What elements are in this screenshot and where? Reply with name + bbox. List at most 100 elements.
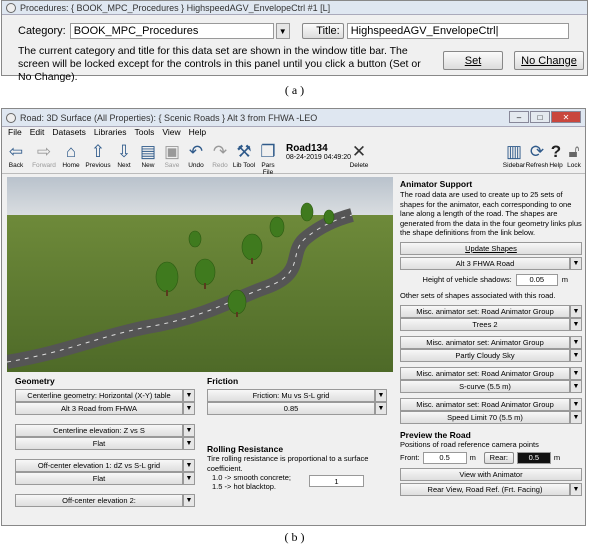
lib-tool-button[interactable]: ⚒ Lib Tool: [232, 142, 256, 169]
menu-help[interactable]: Help: [189, 127, 206, 139]
dropdown-arrow-icon[interactable]: ▼: [570, 305, 582, 318]
next-button[interactable]: ⇩ Next: [112, 142, 136, 169]
road-window: Road: 3D Surface (All Properties): { Sce…: [1, 108, 586, 526]
dropdown-arrow-icon[interactable]: ▼: [570, 256, 582, 270]
redo-button[interactable]: ↷ Redo: [208, 142, 232, 169]
file-icon: ❐: [260, 142, 276, 161]
animator-group-4-header[interactable]: Misc. animator set: Road Animator Group: [400, 398, 570, 411]
animator-group-3: Misc. animator set: Road Animator Group ▼…: [400, 367, 582, 393]
animator-group-1-value[interactable]: Trees 2: [400, 318, 570, 331]
wrench-icon: ⚒: [236, 142, 252, 161]
dropdown-arrow-icon[interactable]: ▼: [183, 389, 195, 402]
dropdown-arrow-icon[interactable]: ▼: [183, 402, 195, 415]
maximize-icon[interactable]: □: [530, 111, 550, 123]
help-button[interactable]: ? Help: [547, 142, 565, 169]
forward-button[interactable]: ⇨ Forward: [30, 142, 58, 169]
shadow-height-input[interactable]: 0.05: [515, 273, 558, 286]
dropdown-arrow-icon[interactable]: ▼: [570, 411, 582, 424]
menu-tools[interactable]: Tools: [135, 127, 155, 139]
dropdown-arrow-icon[interactable]: ▼: [570, 398, 582, 411]
sidebar-icon: ▥: [505, 142, 523, 161]
save-button[interactable]: ▣ Save: [160, 142, 184, 169]
rear-button[interactable]: Rear:: [483, 451, 514, 464]
centerline-elevation-value[interactable]: Flat: [15, 437, 183, 450]
centerline-elevation-select[interactable]: Centerline elevation: Z vs S: [15, 424, 183, 437]
dropdown-arrow-icon[interactable]: ▼: [570, 482, 582, 496]
back-button[interactable]: ⇦ Back: [4, 142, 28, 169]
back-arrow-icon: ⇦: [8, 142, 24, 161]
no-change-button[interactable]: No Change: [514, 51, 584, 70]
friction-select[interactable]: Friction: Mu vs S-L grid: [207, 389, 375, 402]
dropdown-arrow-icon[interactable]: ▼: [570, 318, 582, 331]
offcenter-elevation-1-value[interactable]: Flat: [15, 472, 183, 485]
undo-icon: ↶: [188, 142, 204, 161]
dropdown-arrow-icon[interactable]: ▼: [375, 389, 387, 402]
menu-libraries[interactable]: Libraries: [94, 127, 127, 139]
offcenter-elevation-1-select[interactable]: Off-center elevation 1: dZ vs S-L grid: [15, 459, 183, 472]
menu-file[interactable]: File: [8, 127, 22, 139]
undo-button[interactable]: ↶ Undo: [184, 142, 208, 169]
menu-view[interactable]: View: [162, 127, 180, 139]
menu-edit[interactable]: Edit: [30, 127, 45, 139]
animator-group-3-value[interactable]: S-curve (5.5 m): [400, 380, 570, 393]
front-input[interactable]: 0.5: [422, 451, 467, 464]
category-select[interactable]: BOOK_MPC_Procedures: [69, 23, 274, 39]
window-controls: – □ ✕: [509, 111, 581, 123]
minimize-icon[interactable]: –: [509, 111, 529, 123]
animator-group-4-value[interactable]: Speed Limit 70 (5.5 m): [400, 411, 570, 424]
shadow-row: Height of vehicle shadows: 0.05 m: [400, 273, 582, 286]
preview-title: Preview the Road: [400, 430, 471, 440]
dropdown-arrow-icon[interactable]: ▼: [183, 459, 195, 472]
3d-road-preview[interactable]: [7, 177, 393, 372]
menu-datasets[interactable]: Datasets: [52, 127, 86, 139]
animator-group-2-value[interactable]: Partly Cloudy Sky: [400, 349, 570, 362]
friction-value[interactable]: 0.85: [207, 402, 375, 415]
pars-file-button[interactable]: ❐ Pars File: [256, 142, 280, 176]
rear-input[interactable]: 0.5: [516, 451, 551, 464]
rolling-line-1: 1.0 -> smooth concrete;: [212, 473, 291, 482]
previous-button[interactable]: ⇧ Previous: [84, 142, 112, 169]
geometry-section: Geometry Centerline geometry: Horizontal…: [15, 376, 195, 507]
dropdown-arrow-icon[interactable]: ▼: [183, 424, 195, 437]
update-shapes-button[interactable]: Update Shapes: [400, 241, 582, 255]
home-button[interactable]: ⌂ Home: [59, 142, 83, 169]
new-button[interactable]: ▤ New: [136, 142, 160, 169]
rolling-line-2: 1.5 -> hot blacktop.: [212, 482, 276, 491]
centerline-geometry-value[interactable]: Alt 3 Road from FHWA: [15, 402, 183, 415]
view-with-animator-button[interactable]: View with Animator: [400, 467, 582, 481]
dropdown-arrow-icon[interactable]: ▼: [183, 494, 195, 507]
sidebar-button[interactable]: ▥ Sidebar: [502, 142, 526, 169]
rolling-coefficient-input[interactable]: 1: [309, 475, 364, 487]
shape-link-select[interactable]: Alt 3 FHWA Road: [400, 256, 570, 270]
dropdown-arrow-icon[interactable]: ▼: [570, 336, 582, 349]
lock-icon: 🔓︎: [568, 142, 580, 161]
shadow-label: Height of vehicle shadows:: [422, 275, 512, 284]
dropdown-arrow-icon[interactable]: ▼: [375, 402, 387, 415]
window-titlebar: Procedures: { BOOK_MPC_Procedures } High…: [2, 1, 587, 15]
dropdown-arrow-icon[interactable]: ▼: [183, 472, 195, 485]
dropdown-arrow-icon[interactable]: ▼: [570, 367, 582, 380]
centerline-geometry-select[interactable]: Centerline geometry: Horizontal (X-Y) ta…: [15, 389, 183, 402]
category-dropdown-arrow-icon[interactable]: ▼: [275, 23, 290, 39]
dropdown-arrow-icon[interactable]: ▼: [570, 349, 582, 362]
menu-bar: File Edit Datasets Libraries Tools View …: [2, 127, 585, 139]
delete-button[interactable]: ✕ Delete: [347, 142, 371, 169]
front-label: Front:: [400, 453, 420, 462]
panel-description: The current category and title for this …: [18, 45, 421, 83]
dropdown-arrow-icon[interactable]: ▼: [183, 437, 195, 450]
refresh-button[interactable]: ⟳ Refresh: [525, 142, 549, 169]
camera-points-row: Front: 0.5 m Rear: 0.5 m: [400, 451, 582, 464]
title-field[interactable]: HighspeedAGV_EnvelopeCtrl |: [346, 23, 569, 39]
view-select[interactable]: Rear View, Road Ref. (Frt. Facing): [400, 482, 570, 496]
animator-group-1-header[interactable]: Misc. animator set: Road Animator Group: [400, 305, 570, 318]
offcenter-elevation-2-select[interactable]: Off-center elevation 2:: [15, 494, 183, 507]
refresh-icon: ⟳: [529, 142, 545, 161]
title-button[interactable]: Title:: [301, 23, 344, 39]
close-icon[interactable]: ✕: [551, 111, 581, 123]
lock-button[interactable]: 🔓︎ Lock: [565, 142, 583, 169]
animator-group-3-header[interactable]: Misc. animator set: Road Animator Group: [400, 367, 570, 380]
set-button[interactable]: Set: [443, 51, 503, 70]
app-icon: [6, 112, 16, 123]
animator-group-2-header[interactable]: Misc. animator set: Animator Group: [400, 336, 570, 349]
dropdown-arrow-icon[interactable]: ▼: [570, 380, 582, 393]
